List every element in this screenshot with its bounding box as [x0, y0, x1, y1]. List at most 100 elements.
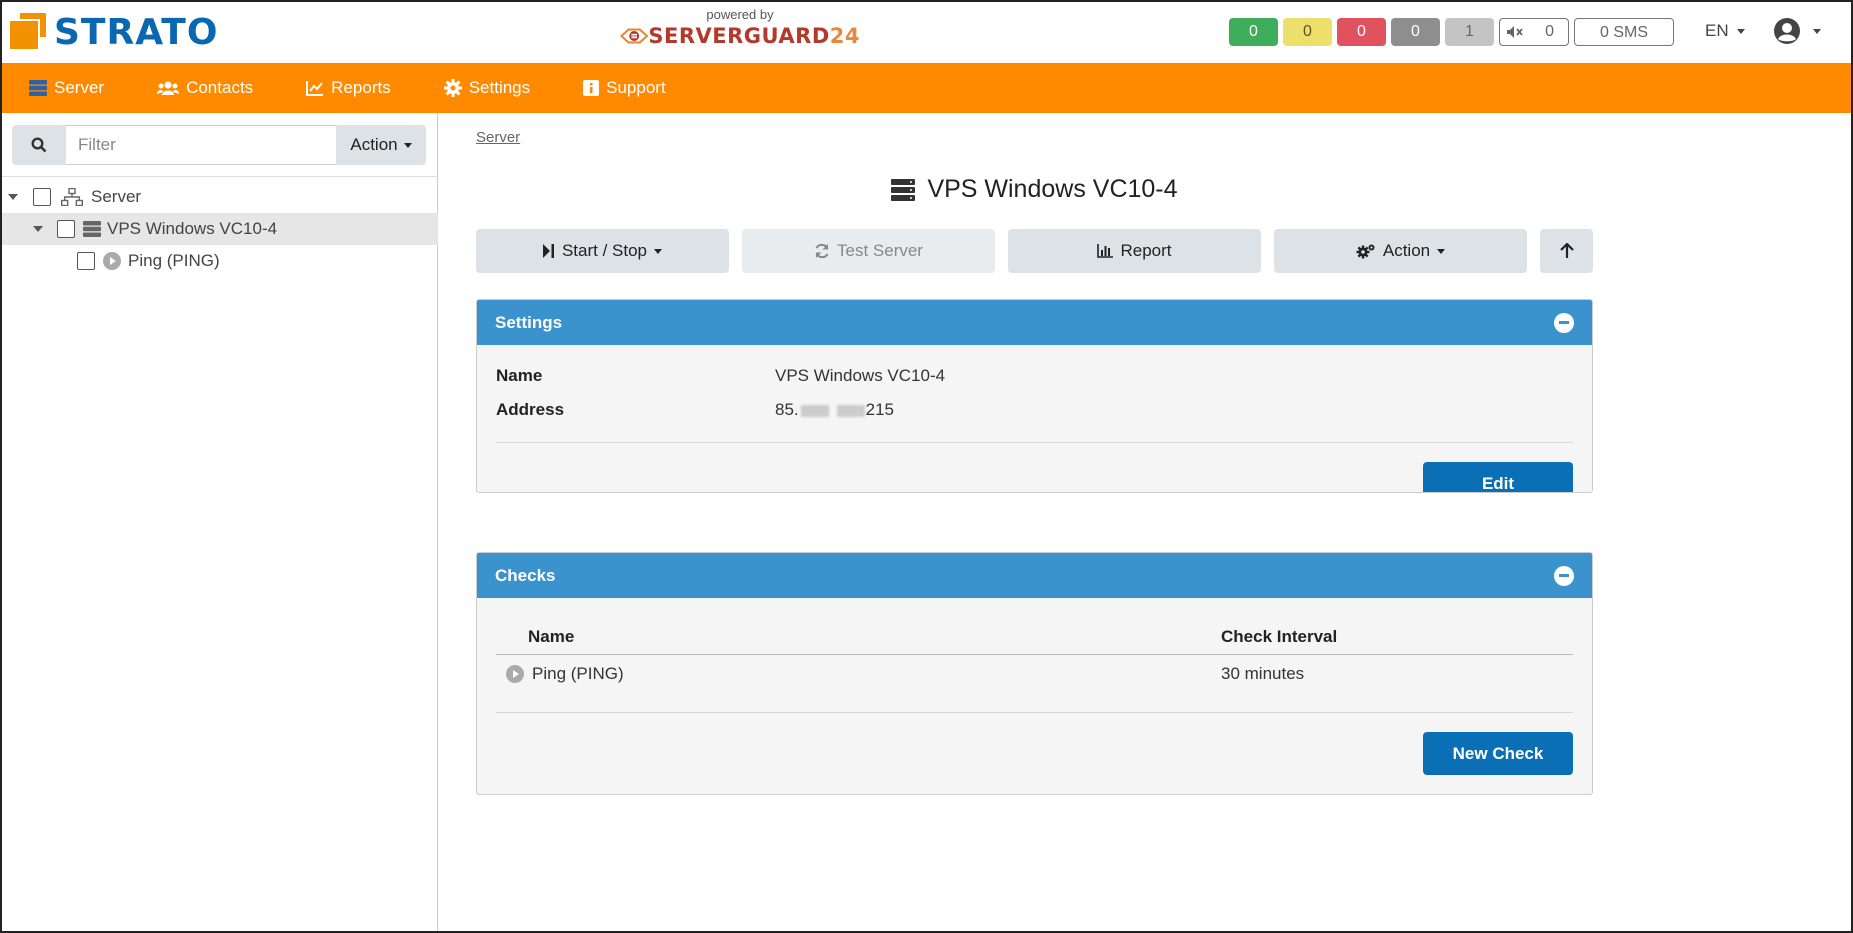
test-server-label: Test Server [837, 241, 923, 260]
sidebar: Action Server VPS Windows VC10-4 Ping (P… [2, 113, 438, 931]
address-redacted [800, 404, 829, 417]
chart-line-icon [306, 81, 324, 96]
chevron-down-icon [403, 142, 412, 148]
test-server-button[interactable]: Test Server [742, 229, 995, 273]
counter-unknown[interactable]: 0 [1391, 18, 1440, 46]
info-icon [583, 80, 600, 96]
tree-item-label: Server [91, 187, 142, 206]
nav-item-label: Support [606, 78, 666, 97]
divider [496, 442, 1573, 443]
tree-expand-icon[interactable] [8, 194, 18, 200]
nav-item-label: Reports [331, 78, 391, 97]
address-prefix: 85. [775, 400, 799, 419]
settings-panel: Settings Name VPS Windows VC10-4 Address… [476, 299, 1593, 493]
tree-checkbox[interactable] [33, 188, 51, 206]
network-icon [61, 188, 83, 206]
server-icon [891, 178, 916, 201]
checks-panel-title: Checks [495, 565, 556, 585]
counter-paused[interactable]: 1 [1445, 18, 1494, 46]
nav-item-label: Server [54, 78, 105, 97]
user-menu[interactable] [1773, 17, 1821, 45]
tree-item-ping[interactable]: Ping (PING) [2, 245, 438, 277]
column-header-interval[interactable]: Check Interval [1221, 627, 1337, 647]
nav-item-settings[interactable]: Settings [443, 63, 531, 113]
serverguard-name-num: 24 [829, 24, 860, 48]
name-label: Name [496, 366, 543, 385]
sidebar-action-dropdown[interactable]: Action [336, 125, 426, 165]
table-row-interval: 30 minutes [1221, 664, 1304, 684]
user-avatar-icon [1774, 18, 1800, 44]
counter-error[interactable]: 0 [1337, 18, 1386, 46]
collapse-icon[interactable] [1554, 312, 1574, 333]
start-stop-label: Start / Stop [561, 241, 648, 260]
nav-item-support[interactable]: Support [583, 63, 666, 113]
nav-item-reports[interactable]: Reports [306, 63, 391, 113]
top-header: STRATO powered by SERVERGUARD24 0 0 0 0 … [2, 2, 1851, 63]
counter-ok[interactable]: 0 [1229, 18, 1278, 46]
tree-expand-icon[interactable] [33, 226, 43, 232]
gear-icon [443, 79, 462, 97]
play-circle-icon [103, 252, 121, 270]
chevron-down-icon [1437, 248, 1446, 254]
serverguard-eye-icon [620, 28, 649, 44]
server-action-label: Action [1382, 241, 1431, 260]
language-dropdown[interactable]: EN [1705, 21, 1745, 41]
gears-icon [1356, 244, 1375, 259]
tree-item-label: Ping (PING) [128, 251, 220, 270]
counter-warning[interactable]: 0 [1283, 18, 1332, 46]
nav-item-server[interactable]: Server [29, 63, 104, 113]
status-counters: 0 0 0 0 1 0 0 SMS [1229, 18, 1674, 46]
tree-checkbox[interactable] [57, 220, 75, 238]
report-button[interactable]: Report [1008, 229, 1261, 273]
server-toolbar: Start / Stop Test Server Report Action [476, 229, 1593, 273]
speaker-mute-icon [1507, 26, 1523, 38]
check-name: Ping (PING) [532, 664, 624, 683]
settings-panel-title: Settings [495, 312, 563, 332]
strato-logo[interactable]: STRATO [10, 13, 218, 53]
settings-panel-header[interactable]: Settings [477, 300, 1592, 345]
filter-bar: Action [12, 125, 426, 165]
play-circle-icon [506, 665, 524, 683]
collapse-icon[interactable] [1554, 565, 1574, 586]
nav-item-contacts[interactable]: Contacts [157, 63, 253, 113]
filter-search-button[interactable] [12, 125, 66, 165]
checks-panel-header[interactable]: Checks [477, 553, 1592, 598]
main-nav: Server Contacts Reports Settings Support [2, 63, 1851, 113]
column-header-name[interactable]: Name [528, 627, 574, 647]
server-action-dropdown[interactable]: Action [1274, 229, 1527, 273]
chevron-down-icon [1736, 28, 1745, 34]
serverguard-name-main: SERVERGUARD [648, 24, 830, 48]
server-icon [83, 221, 101, 237]
check-interval: 30 minutes [1221, 664, 1305, 683]
language-label: EN [1705, 21, 1729, 40]
counter-muted[interactable]: 0 [1499, 18, 1569, 46]
powered-by: powered by SERVERGUARD24 [620, 8, 860, 48]
chevron-down-icon [654, 248, 663, 254]
new-check-button[interactable]: New Check [1423, 732, 1573, 775]
tree-checkbox[interactable] [77, 252, 95, 270]
refresh-icon [815, 243, 829, 259]
address-redacted [836, 404, 865, 417]
move-up-button[interactable] [1540, 229, 1593, 273]
filter-input[interactable] [66, 125, 336, 165]
tree-item-label: VPS Windows VC10-4 [107, 219, 278, 238]
counter-muted-value: 0 [1545, 23, 1554, 40]
sms-counter[interactable]: 0 SMS [1574, 18, 1674, 46]
page-title: VPS Windows VC10-4 [476, 175, 1593, 204]
server-icon [29, 80, 47, 96]
search-icon [31, 137, 47, 153]
table-row-name[interactable]: Ping (PING) [506, 664, 624, 684]
powered-by-caption: powered by [706, 7, 774, 22]
nav-item-label: Contacts [186, 78, 254, 97]
start-stop-button[interactable]: Start / Stop [476, 229, 729, 273]
nav-item-label: Settings [468, 78, 531, 97]
divider [496, 712, 1573, 713]
table-header-divider [496, 654, 1573, 655]
tree-item-vps[interactable]: VPS Windows VC10-4 [2, 213, 438, 245]
edit-button[interactable]: Edit [1423, 462, 1573, 492]
checks-panel: Checks Name Check Interval Ping (PING) 3… [476, 552, 1593, 795]
sidebar-action-label: Action [350, 135, 398, 154]
breadcrumb[interactable]: Server [476, 129, 520, 146]
arrow-up-icon [1559, 243, 1574, 258]
tree-item-server-group[interactable]: Server [2, 181, 438, 213]
